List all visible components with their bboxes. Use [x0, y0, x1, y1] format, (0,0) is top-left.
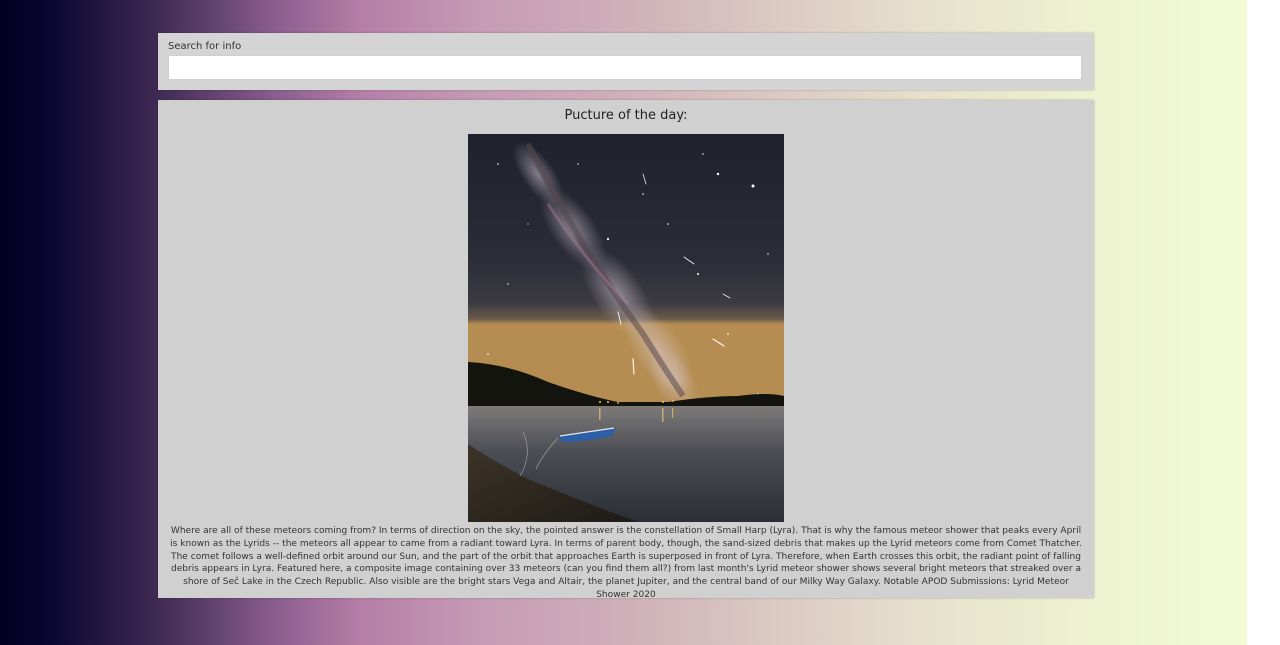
astronomy-photo: [468, 134, 784, 522]
search-label: Search for info: [168, 41, 242, 52]
picture-title: Pucture of the day:: [564, 108, 688, 123]
picture-description: Where are all of these meteors coming fr…: [170, 526, 1082, 600]
search-panel: Search for info: [158, 33, 1094, 90]
picture-of-the-day-panel: Pucture of the day: Where are all of the…: [158, 100, 1094, 600]
search-input[interactable]: [168, 55, 1082, 80]
